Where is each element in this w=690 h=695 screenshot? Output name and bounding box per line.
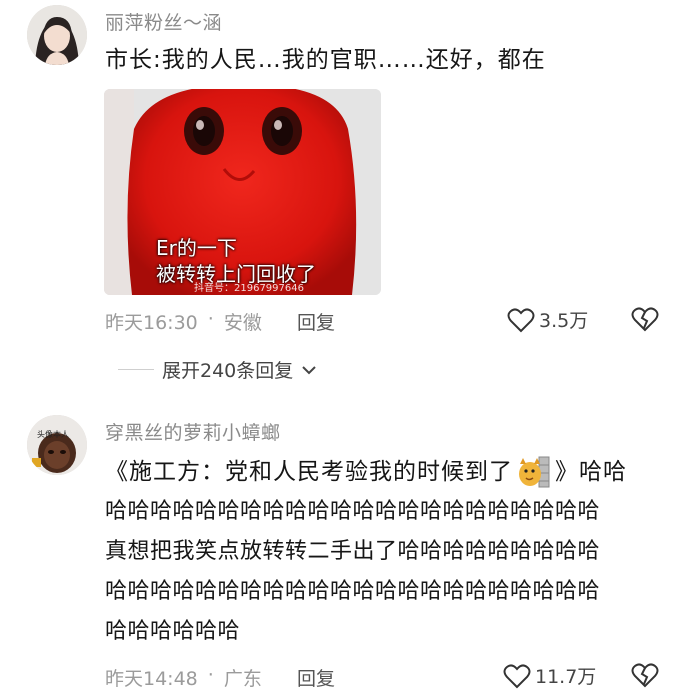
reply-button[interactable]: 回复 <box>297 308 335 335</box>
comment-time: 昨天16:30 <box>105 312 198 334</box>
broken-heart-icon <box>631 663 659 688</box>
heart-icon <box>507 307 535 332</box>
meta-separator: · <box>207 664 214 686</box>
comment-line: 哈哈哈哈哈哈哈哈哈哈哈哈哈哈哈哈哈哈哈哈哈哈 <box>105 499 601 524</box>
emoji-doge-icon <box>517 455 551 489</box>
dislike-button[interactable] <box>631 662 659 692</box>
like-count: 11.7万 <box>535 666 597 688</box>
comment-meta: 昨天16:30 · 安徽 <box>105 308 262 335</box>
comment-line: 《施工方：党和人民考验我的时候到了 》哈哈 <box>105 452 675 492</box>
dislike-button[interactable] <box>631 306 659 336</box>
username[interactable]: 穿黑丝的萝莉小蟑螂 <box>105 418 281 445</box>
like-count: 3.5万 <box>539 310 589 332</box>
comment-location: 广东 <box>223 668 262 690</box>
avatar-caption: 头像本人 <box>37 430 69 439</box>
username[interactable]: 丽萍粉丝～涵 <box>105 8 222 35</box>
like-button[interactable]: 11.7万 <box>503 662 596 689</box>
comment-time: 昨天14:48 <box>105 668 198 690</box>
user-avatar[interactable]: 头像本人 <box>27 415 87 475</box>
reply-button[interactable]: 回复 <box>297 664 335 691</box>
comment-line: 哈哈哈哈哈哈 <box>105 619 241 644</box>
comment-location: 安徽 <box>223 312 262 334</box>
comment-text: 《施工方：党和人民考验我的时候到了 》哈哈 哈哈哈哈哈哈哈哈哈哈哈哈哈哈哈哈哈哈… <box>105 452 675 652</box>
comment-line-1-tail: 》哈哈 <box>555 459 627 485</box>
user-avatar[interactable] <box>27 5 87 65</box>
chevron-down-icon <box>302 365 316 374</box>
broken-heart-icon <box>631 307 659 332</box>
comment-line: 哈哈哈哈哈哈哈哈哈哈哈哈哈哈哈哈哈哈哈哈哈哈 <box>105 579 601 604</box>
comment-text: 市长:我的人民…我的官职……还好，都在 <box>105 47 546 73</box>
comment-line: 真想把我笑点放转转二手出了哈哈哈哈哈哈哈哈哈 <box>105 539 601 564</box>
meta-separator: · <box>207 308 214 330</box>
expand-replies-label: 展开240条回复 <box>162 360 294 382</box>
heart-icon <box>503 663 531 688</box>
like-button[interactable]: 3.5万 <box>507 306 588 333</box>
media-watermark: 抖音号：21967997646 <box>194 283 304 294</box>
comment-line-1: 《施工方：党和人民考验我的时候到了 <box>105 459 513 485</box>
comment-media-image[interactable]: Er的一下 被转转上门回收了 抖音号：21967997646 <box>104 89 381 295</box>
expand-replies-button[interactable]: 展开240条回复 <box>118 356 317 383</box>
divider-line <box>118 369 154 370</box>
comment-meta: 昨天14:48 · 广东 <box>105 664 262 691</box>
